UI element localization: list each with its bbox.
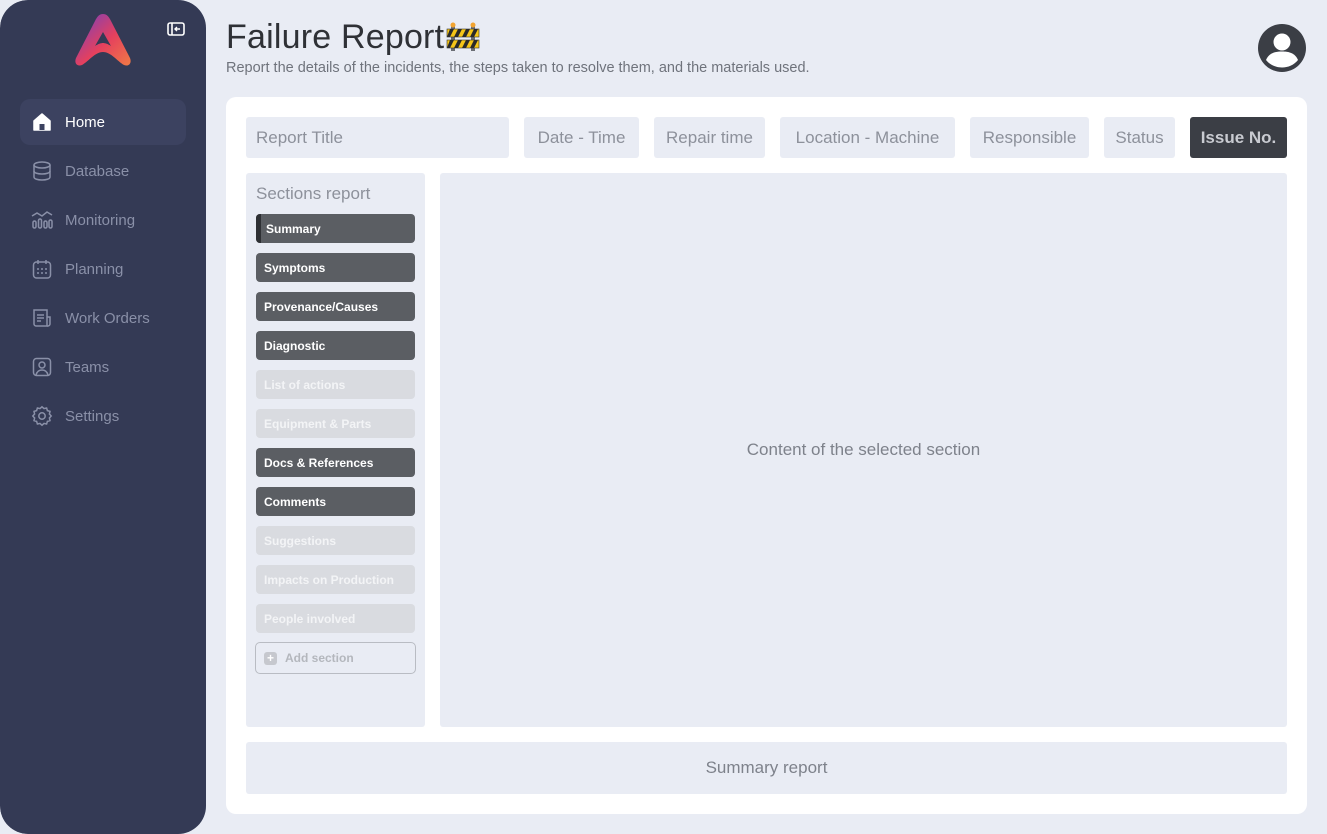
section-content-area[interactable]: Content of the selected section — [440, 173, 1287, 727]
sidebar-item-label: Settings — [65, 407, 120, 425]
section-diagnostic[interactable]: Diagnostic — [256, 331, 415, 360]
responsible-field[interactable]: Responsible — [970, 117, 1089, 158]
user-avatar-icon[interactable] — [1257, 23, 1307, 73]
construction-barrier-icon — [446, 22, 480, 51]
sidebar-item-label: Planning — [65, 260, 124, 278]
monitoring-icon — [31, 209, 53, 231]
issue-number-field[interactable]: Issue No. — [1190, 117, 1287, 158]
section-summary[interactable]: Summary — [256, 214, 415, 243]
section-impacts-on-production[interactable]: Impacts on Production — [256, 565, 415, 594]
gear-icon — [31, 405, 53, 427]
report-card: Report Title Date - Time Repair time Loc… — [226, 97, 1307, 814]
status-field[interactable]: Status — [1104, 117, 1175, 158]
plus-icon: + — [264, 651, 277, 665]
section-list-of-actions[interactable]: List of actions — [256, 370, 415, 399]
sidebar-item-settings[interactable]: Settings — [20, 393, 186, 439]
section-provenance-causes[interactable]: Provenance/Causes — [256, 292, 415, 321]
section-comments[interactable]: Comments — [256, 487, 415, 516]
sidebar-item-label: Teams — [65, 358, 110, 376]
section-equipment-parts[interactable]: Equipment & Parts — [256, 409, 415, 438]
section-suggestions[interactable]: Suggestions — [256, 526, 415, 555]
home-icon — [31, 111, 53, 133]
report-title-field[interactable]: Report Title — [246, 117, 509, 158]
app-window: Home Database Monitoring Planning Work O… — [0, 0, 1327, 834]
sidebar-item-monitoring[interactable]: Monitoring — [20, 197, 186, 243]
section-people-involved[interactable]: People involved — [256, 604, 415, 633]
database-icon — [31, 160, 53, 182]
section-symptoms[interactable]: Symptoms — [256, 253, 415, 282]
calendar-icon — [31, 258, 53, 280]
sidebar-item-label: Work Orders — [65, 309, 150, 327]
collapse-sidebar-icon[interactable] — [166, 20, 186, 38]
sidebar-item-work-orders[interactable]: Work Orders — [20, 295, 186, 341]
app-logo — [75, 14, 131, 66]
sidebar-item-label: Home — [65, 113, 106, 131]
sections-title: Sections report — [256, 184, 371, 203]
sidebar-nav: Home Database Monitoring Planning Work O… — [20, 99, 186, 442]
page-subtitle: Report the details of the incidents, the… — [226, 60, 810, 76]
sidebar-item-database[interactable]: Database — [20, 148, 186, 194]
sidebar-item-planning[interactable]: Planning — [20, 246, 186, 292]
summary-report-area[interactable]: Summary report — [246, 742, 1287, 794]
add-section-button[interactable]: + Add section — [255, 642, 416, 674]
team-icon — [31, 356, 53, 378]
sidebar-item-home[interactable]: Home — [20, 99, 186, 145]
sidebar-item-label: Database — [65, 162, 130, 180]
sidebar-item-label: Monitoring — [65, 211, 136, 229]
repair-time-field[interactable]: Repair time — [654, 117, 765, 158]
page-title: Failure Report — [226, 18, 445, 56]
location-machine-field[interactable]: Location - Machine — [780, 117, 955, 158]
sidebar: Home Database Monitoring Planning Work O… — [0, 0, 206, 834]
section-docs-references[interactable]: Docs & References — [256, 448, 415, 477]
sections-panel: Sections report Summary Symptoms Provena… — [246, 173, 425, 727]
section-content-placeholder: Content of the selected section — [746, 440, 981, 459]
sidebar-item-teams[interactable]: Teams — [20, 344, 186, 390]
date-time-field[interactable]: Date - Time — [524, 117, 639, 158]
work-orders-icon — [31, 307, 53, 329]
add-section-label: Add section — [285, 651, 354, 665]
